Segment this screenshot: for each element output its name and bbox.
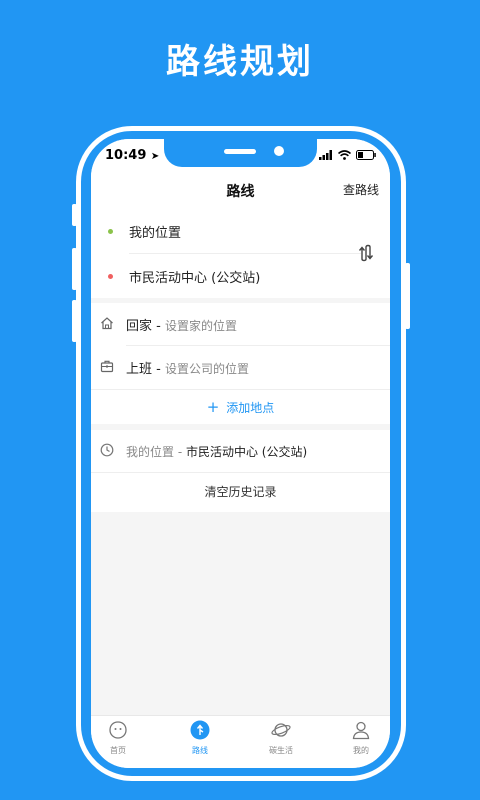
clear-history-button[interactable]: 清空历史记录 — [91, 474, 390, 512]
tab-carbon-life[interactable]: 碳生活 — [251, 720, 311, 756]
route-start-label: 我的位置 — [129, 226, 182, 241]
tab-mine-label: 我的 — [353, 746, 369, 755]
phone-speaker — [224, 149, 256, 154]
battery-icon — [356, 150, 376, 160]
add-place-label: 添加地点 — [226, 401, 275, 415]
phone-notch — [164, 139, 317, 167]
place-work-name: 上班 — [126, 362, 153, 377]
place-work-hint: 设置公司的位置 — [164, 362, 249, 376]
saved-places-card: 回家 - 设置家的位置 上班 - 设置公司的位置 + 添加地点 — [91, 303, 390, 424]
route-end-label: 市民活动中心 (公交站) — [129, 271, 261, 286]
place-home[interactable]: 回家 - 设置家的位置 — [91, 303, 390, 345]
history-item[interactable]: 我的位置 - 市民活动中心 (公交站) — [91, 430, 390, 472]
place-home-name: 回家 — [126, 319, 153, 334]
planet-icon — [271, 723, 291, 737]
place-work[interactable]: 上班 - 设置公司的位置 — [91, 346, 390, 388]
tab-mine[interactable]: 我的 — [331, 720, 390, 756]
tab-carbon-life-label: 碳生活 — [269, 746, 293, 755]
route-history-card: 我的位置 - 市民活动中心 (公交站) 清空历史记录 — [91, 430, 390, 512]
wifi-icon — [338, 150, 351, 160]
briefcase-icon — [100, 360, 114, 373]
route-input-card: 我的位置 市民活动中心 (公交站) — [91, 209, 390, 298]
swap-route-icon[interactable] — [357, 244, 375, 262]
plus-icon: + — [206, 398, 220, 416]
route-icon — [190, 720, 210, 740]
user-icon — [352, 721, 370, 740]
history-to: 市民活动中心 (公交站) — [185, 445, 308, 459]
bottom-tab-bar: 首页 路线 碳生活 我的 — [91, 715, 390, 768]
clock-icon — [100, 443, 114, 457]
route-end-field[interactable]: 市民活动中心 (公交站) — [91, 254, 361, 298]
search-route-button[interactable]: 查路线 — [343, 181, 379, 198]
divider — [91, 472, 390, 473]
tab-route-label: 路线 — [192, 746, 208, 755]
place-home-hint: 设置家的位置 — [164, 319, 237, 333]
phone-camera — [274, 146, 284, 156]
home-icon — [101, 317, 113, 330]
end-dot-icon — [108, 274, 113, 279]
history-from: 我的位置 — [126, 445, 175, 459]
signal-icon — [319, 150, 332, 160]
start-dot-icon — [108, 229, 113, 234]
add-place-button[interactable]: + 添加地点 — [91, 397, 390, 424]
status-time: 10:49 ➤ — [105, 148, 160, 163]
route-start-field[interactable]: 我的位置 — [91, 209, 361, 253]
promo-headline: 路线规划 — [166, 42, 314, 82]
phone-screen: 10:49 ➤ 路线 查路线 我的位置 市民活动中心 (公交站) 回家 - 设置… — [91, 139, 390, 768]
nav-bar: 路线 查路线 — [91, 173, 390, 209]
tab-home[interactable]: 首页 — [91, 720, 148, 756]
tab-route[interactable]: 路线 — [170, 720, 230, 756]
divider — [91, 389, 390, 390]
home-face-icon — [109, 721, 127, 739]
tab-home-label: 首页 — [110, 746, 126, 755]
